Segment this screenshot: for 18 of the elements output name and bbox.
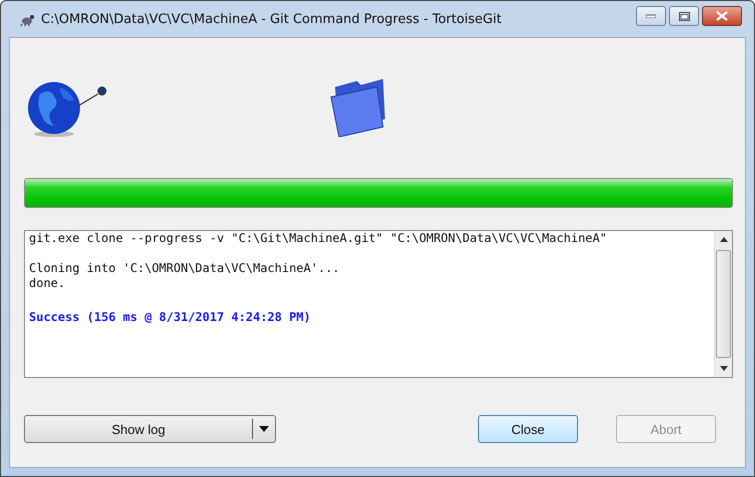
scrollbar[interactable]: [714, 231, 732, 377]
show-log-button[interactable]: Show log: [24, 415, 276, 443]
log-line: Cloning into 'C:\OMRON\Data\VC\MachineA'...: [29, 261, 341, 276]
scroll-down-icon: [720, 366, 728, 371]
close-window-button[interactable]: [702, 6, 742, 26]
log-line: done.: [29, 276, 66, 291]
scroll-thumb[interactable]: [716, 250, 731, 358]
log-line: git.exe clone --progress -v "C:\Git\MachineA.git" "C:\OMRON\Data\VC\VC\MachineA": [29, 231, 608, 246]
maximize-button[interactable]: [669, 6, 699, 26]
log-line: Success (156 ms @ 8/31/2017 4:24:28 PM): [29, 310, 312, 325]
close-button[interactable]: Close: [478, 415, 578, 443]
minimize-button[interactable]: [636, 6, 666, 26]
scroll-up-icon: [720, 237, 728, 242]
caret-icon: [259, 426, 269, 432]
maximize-icon: [678, 12, 690, 20]
close-icon: [716, 11, 728, 21]
window-title: C:\OMRON\Data\VC\VC\MachineA - Git Command Progress - TortoiseGit: [41, 12, 503, 26]
minimize-icon: [646, 14, 656, 18]
